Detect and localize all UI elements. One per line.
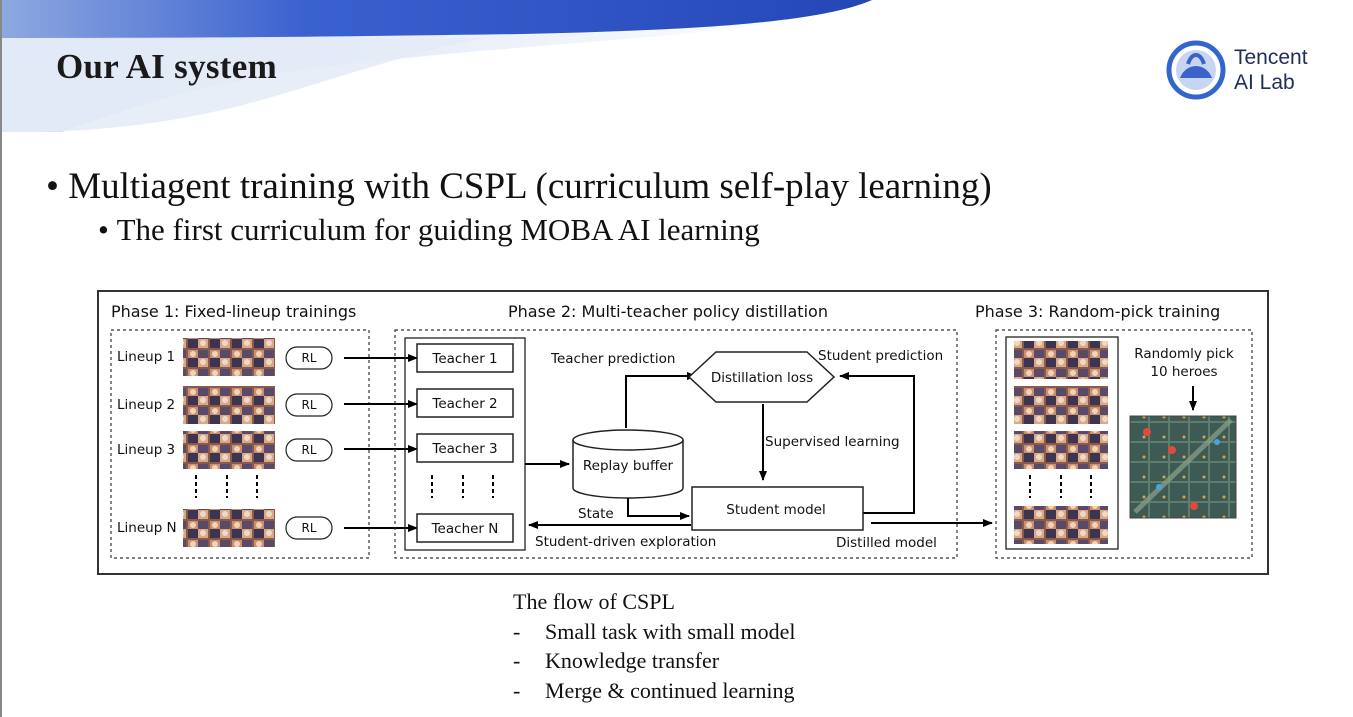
- bullet-1-text: Multiagent training with CSPL (curriculu…: [68, 166, 992, 207]
- state-label: State: [578, 506, 614, 522]
- randomly-pick-line1: Randomly pick: [1134, 346, 1234, 362]
- tencent-ai-lab-logo: Tencent AI Lab: [1166, 40, 1326, 102]
- bullet-dot: •: [46, 166, 69, 207]
- distillation-loss: Distillation loss: [687, 351, 836, 403]
- lineup-row: Lineup 2 RL: [117, 386, 418, 424]
- tencent-logo-icon: [1166, 40, 1226, 100]
- lineup-row: Lineup N RL: [117, 509, 418, 547]
- hero-portraits: [1014, 386, 1108, 424]
- student-driven-exploration-label: Student-driven exploration: [535, 534, 716, 550]
- lineup-label: Lineup N: [117, 520, 177, 536]
- replay-buffer: Replay buffer: [572, 429, 684, 499]
- hero-portraits: [1014, 506, 1108, 544]
- phase1-title: Phase 1: Fixed-lineup trainings: [111, 302, 356, 321]
- teacher-box: Teacher 2: [416, 388, 514, 418]
- teacher-label: Teacher 1: [431, 351, 497, 367]
- hero-portraits: [1014, 431, 1108, 469]
- hero-portraits: [183, 338, 275, 376]
- phase2-title: Phase 2: Multi-teacher policy distillati…: [508, 302, 828, 321]
- lineup-label: Lineup 3: [117, 442, 175, 458]
- lineup-label: Lineup 1: [117, 349, 175, 365]
- cspl-diagram: Phase 1: Fixed-lineup trainings Phase 2:…: [97, 290, 1269, 575]
- cspl-diagram-svg: Phase 1: Fixed-lineup trainings Phase 2:…: [110, 302, 1253, 559]
- teacher-box: Teacher N: [416, 513, 514, 543]
- supervised-learning-label: Supervised learning: [765, 434, 900, 450]
- rl-badge-label: RL: [301, 351, 316, 365]
- randomly-pick-line2: 10 heroes: [1150, 364, 1217, 380]
- slide-title: Our AI system: [56, 47, 278, 86]
- bullet-1: • Multiagent training with CSPL (curricu…: [46, 165, 992, 208]
- distilled-model-label: Distilled model: [836, 535, 937, 551]
- ellipsis-marks: [195, 475, 258, 498]
- bullet-2: • The first curriculum for guiding MOBA …: [98, 212, 760, 248]
- distillation-loss-label: Distillation loss: [711, 370, 813, 386]
- phase3-title: Phase 3: Random-pick training: [975, 302, 1220, 321]
- replay-buffer-label: Replay buffer: [583, 458, 674, 474]
- teacher-label: Teacher 2: [431, 396, 497, 412]
- dash-marker: -: [513, 677, 521, 703]
- caption-item-text: Knowledge transfer: [545, 648, 720, 673]
- ellipsis-marks: [431, 475, 494, 498]
- rl-badge-label: RL: [301, 443, 316, 457]
- caption-item-text: Small task with small model: [545, 618, 796, 644]
- logo-line1: Tencent: [1234, 46, 1308, 69]
- student-model-label: Student model: [726, 502, 825, 518]
- rl-badge-label: RL: [301, 521, 316, 535]
- lineup-row: Lineup 3 RL: [117, 431, 418, 469]
- hero-portraits: [183, 386, 275, 424]
- caption-item-text: Merge & continued learning: [545, 677, 795, 703]
- caption-heading: The flow of CSPL: [513, 589, 675, 614]
- teacher-label: Teacher N: [431, 521, 499, 537]
- dash-marker: -: [513, 648, 521, 673]
- hero-portraits: [1014, 341, 1108, 379]
- lineup-row: Lineup 1 RL: [117, 338, 418, 376]
- student-model: Student model: [691, 486, 864, 531]
- caption-item: - Small task with small model: [513, 619, 796, 649]
- game-map-thumbnail: [1129, 415, 1237, 519]
- ellipsis-marks: [1029, 475, 1092, 498]
- hero-portraits: [183, 431, 275, 469]
- student-prediction-label: Student prediction: [818, 348, 943, 364]
- dash-marker: -: [513, 618, 521, 644]
- teacher-label: Teacher 3: [431, 441, 497, 457]
- teacher-box: Teacher 3: [416, 433, 514, 463]
- logo-line2: AI Lab: [1234, 71, 1295, 94]
- teacher-box: Teacher 1: [416, 343, 514, 373]
- teacher-prediction-label: Teacher prediction: [550, 351, 675, 367]
- slide: Our AI system Tencent AI Lab • Multiagen…: [0, 0, 1353, 717]
- bullet-dot: •: [98, 212, 117, 247]
- caption: The flow of CSPL - Small task with small …: [513, 589, 796, 707]
- rl-badge-label: RL: [301, 398, 316, 412]
- bullet-2-text: The first curriculum for guiding MOBA AI…: [116, 212, 760, 247]
- lineup-label: Lineup 2: [117, 397, 175, 413]
- caption-item: - Merge & continued learning: [513, 678, 796, 708]
- hero-portraits: [183, 509, 275, 547]
- caption-item: - Knowledge transfer: [513, 648, 796, 678]
